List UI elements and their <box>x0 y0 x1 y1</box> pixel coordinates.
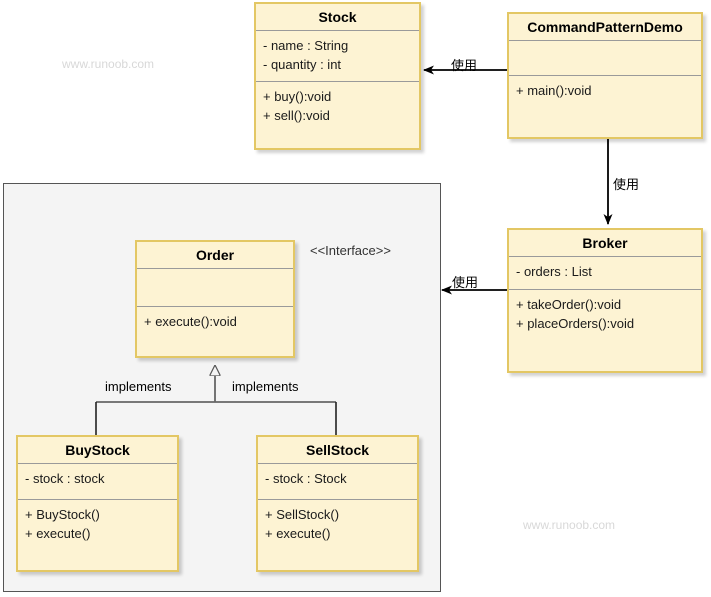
class-box-order[interactable]: Order + execute():void <box>135 240 295 358</box>
class-box-sell-stock[interactable]: SellStock - stock : Stock + SellStock() … <box>256 435 419 572</box>
class-methods-sell-stock: + SellStock() + execute() <box>258 500 417 550</box>
attribute-row: - orders : List <box>516 264 592 280</box>
method-row: + execute() <box>265 525 331 541</box>
diagram-canvas: www.runoob.com www.runoob.com 使用 使用 使用 i… <box>0 0 711 597</box>
class-title-broker: Broker <box>582 235 628 251</box>
attribute-row: - quantity : int <box>263 56 342 72</box>
class-title-buy-stock: BuyStock <box>65 442 130 458</box>
method-row: + execute():void <box>144 314 237 330</box>
class-attributes-stock: - name : String - quantity : int <box>256 31 419 81</box>
class-attributes-broker: - orders : List <box>509 257 701 289</box>
edge-label-buystock-implements: implements <box>105 379 172 394</box>
method-row: + takeOrder():void <box>516 297 622 313</box>
method-row: + BuyStock() <box>25 507 100 523</box>
class-attributes-buy-stock: - stock : stock <box>18 464 177 499</box>
attribute-row: - stock : stock <box>25 471 105 487</box>
class-box-command-pattern-demo[interactable]: CommandPatternDemo + main():void <box>507 12 703 139</box>
method-row: + buy():void <box>263 89 332 105</box>
class-methods-stock: + buy():void + sell():void <box>256 82 419 132</box>
edge-label-broker-uses-order: 使用 <box>452 275 479 290</box>
class-box-stock[interactable]: Stock - name : String - quantity : int +… <box>254 2 421 150</box>
class-title-stock: Stock <box>318 9 357 25</box>
watermark-bottom-right: www.runoob.com <box>523 518 616 532</box>
class-box-buy-stock[interactable]: BuyStock - stock : stock + BuyStock() + … <box>16 435 179 572</box>
method-row: + sell():void <box>263 107 330 123</box>
class-box-broker[interactable]: Broker - orders : List + takeOrder():voi… <box>507 228 703 373</box>
class-methods-buy-stock: + BuyStock() + execute() <box>18 500 177 550</box>
class-attributes-sell-stock: - stock : Stock <box>258 464 417 499</box>
class-methods-order: + execute():void <box>137 307 293 338</box>
edge-label-demo-uses-stock: 使用 <box>451 58 478 73</box>
method-row: + placeOrders():void <box>516 315 635 331</box>
class-title-command-pattern-demo: CommandPatternDemo <box>527 19 683 35</box>
class-methods-broker: + takeOrder():void + placeOrders():void <box>509 290 701 340</box>
edge-label-sellstock-implements: implements <box>232 379 299 394</box>
class-title-sell-stock: SellStock <box>305 442 370 458</box>
stereotype-interface-order: <<Interface>> <box>310 243 391 258</box>
class-title-order: Order <box>195 247 235 263</box>
edge-label-demo-uses-broker: 使用 <box>613 177 640 192</box>
attribute-row: - name : String <box>263 38 349 54</box>
class-methods-command-pattern-demo: + main():void <box>509 76 701 107</box>
watermark-top-left: www.runoob.com <box>62 57 155 71</box>
attribute-row: - stock : Stock <box>265 471 347 487</box>
class-attributes-order <box>137 269 293 306</box>
class-attributes-command-pattern-demo <box>509 41 701 75</box>
method-row: + main():void <box>516 83 592 99</box>
method-row: + execute() <box>25 525 91 541</box>
method-row: + SellStock() <box>265 507 340 523</box>
